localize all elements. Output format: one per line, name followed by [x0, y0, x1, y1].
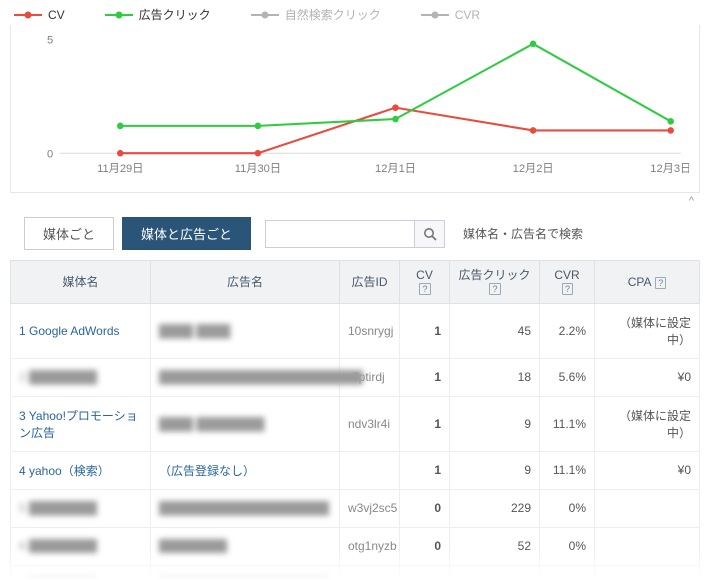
legend-adclick-icon	[105, 10, 133, 20]
cell-media[interactable]: 4 yahoo（検索）	[11, 451, 151, 489]
help-icon[interactable]: ?	[655, 277, 666, 289]
table-row: 3 Yahoo!プロモーション広告████ ████████ndv3lr4i19…	[11, 396, 700, 451]
chart-collapse-toggle[interactable]: ^	[10, 193, 700, 209]
cell-adid: d9jfefrn	[340, 565, 400, 580]
cell-adid: otg1nyzb	[340, 527, 400, 565]
search-input[interactable]	[265, 220, 415, 248]
cell-cpa: （媒体に設定中）	[595, 396, 700, 451]
cell-cvr: 0%	[540, 489, 595, 527]
cell-cpa: ¥0	[595, 451, 700, 489]
legend-adclick-label: 広告クリック	[139, 6, 211, 23]
legend-cvr-label: CVR	[455, 8, 480, 22]
tab-by-media-ad[interactable]: 媒体と広告ごと	[122, 217, 251, 250]
search-hint: 媒体名・広告名で検索	[463, 225, 583, 242]
cell-cvr: 0%	[540, 565, 595, 580]
table-row: 1 Google AdWords████ ████10snrygj1452.2%…	[11, 303, 700, 358]
cell-ad[interactable]: ████ ████	[151, 303, 340, 358]
chart-legend: CV 広告クリック 自然検索クリック CVR	[10, 0, 700, 25]
cell-cvr: 11.1%	[540, 396, 595, 451]
legend-cvr[interactable]: CVR	[421, 8, 480, 22]
table-header-row: 媒体名 広告名 広告ID CV? 広告クリック? CVR? CPA ?	[11, 261, 700, 304]
cell-cpa	[595, 489, 700, 527]
cell-cpa	[595, 565, 700, 580]
table-row: 4 yahoo（検索）（広告登録なし） 1911.1%¥0	[11, 451, 700, 489]
cell-ad[interactable]: ████████████████████	[151, 565, 340, 580]
cell-media[interactable]: 7 ████████	[11, 565, 151, 580]
table-row: 2 ████████████████████████████████r7ptir…	[11, 358, 700, 396]
cell-adid	[340, 451, 400, 489]
th-adclick[interactable]: 広告クリック?	[450, 261, 540, 304]
cell-cv: 0	[400, 527, 450, 565]
cell-adid: w3vj2sc5	[340, 489, 400, 527]
legend-adclick[interactable]: 広告クリック	[105, 6, 211, 23]
tab-by-media[interactable]: 媒体ごと	[24, 217, 114, 250]
svg-text:12月2日: 12月2日	[513, 163, 554, 175]
cell-click: 49	[450, 565, 540, 580]
help-icon[interactable]: ?	[562, 283, 573, 295]
th-cpa[interactable]: CPA ?	[595, 261, 700, 304]
filter-controls: 媒体ごと 媒体と広告ごと 媒体名・広告名で検索	[10, 209, 700, 260]
cell-ad[interactable]: ████████████████████████	[151, 358, 340, 396]
table-row: 6 ████████████████otg1nyzb0520%	[11, 527, 700, 565]
search-box	[265, 220, 445, 248]
svg-text:11月30日: 11月30日	[235, 163, 281, 175]
legend-cv[interactable]: CV	[14, 8, 65, 22]
cell-click: 229	[450, 489, 540, 527]
legend-organic[interactable]: 自然検索クリック	[251, 6, 381, 23]
svg-text:5: 5	[47, 34, 53, 46]
search-icon	[423, 227, 437, 241]
cell-cpa	[595, 527, 700, 565]
svg-text:0: 0	[47, 148, 53, 160]
help-icon[interactable]: ?	[489, 283, 500, 295]
table-row: 7 ████████████████████████████d9jfefrn04…	[11, 565, 700, 580]
cell-click: 18	[450, 358, 540, 396]
cell-ad[interactable]: ████████████████████	[151, 489, 340, 527]
cell-click: 9	[450, 396, 540, 451]
line-chart: 0 5 11月29日 11月30日 12月1日 12月2日 12月3日	[39, 31, 689, 176]
cell-cv: 1	[400, 303, 450, 358]
cell-media[interactable]: 2 ████████	[11, 358, 151, 396]
legend-organic-icon	[251, 10, 279, 20]
cell-adid: 10snrygj	[340, 303, 400, 358]
cell-cpa: （媒体に設定中）	[595, 303, 700, 358]
results-table: 媒体名 広告名 広告ID CV? 広告クリック? CVR? CPA ? 1 Go…	[10, 260, 700, 580]
help-icon[interactable]: ?	[419, 283, 430, 295]
cell-cv: 0	[400, 489, 450, 527]
legend-cv-label: CV	[48, 8, 65, 22]
th-adid[interactable]: 広告ID	[340, 261, 400, 304]
chart-area: 0 5 11月29日 11月30日 12月1日 12月2日 12月3日	[10, 25, 700, 193]
cell-cvr: 2.2%	[540, 303, 595, 358]
svg-text:12月3日: 12月3日	[650, 163, 689, 175]
cell-ad[interactable]: ████████	[151, 527, 340, 565]
cell-cv: 1	[400, 451, 450, 489]
cell-ad[interactable]: ████ ████████	[151, 396, 340, 451]
cell-media[interactable]: 3 Yahoo!プロモーション広告	[11, 396, 151, 451]
cell-cv: 1	[400, 358, 450, 396]
legend-cvr-icon	[421, 10, 449, 20]
cell-click: 52	[450, 527, 540, 565]
th-media[interactable]: 媒体名	[11, 261, 151, 304]
svg-text:11月29日: 11月29日	[97, 163, 143, 175]
cell-cvr: 11.1%	[540, 451, 595, 489]
cell-media[interactable]: 6 ████████	[11, 527, 151, 565]
th-cv[interactable]: CV?	[400, 261, 450, 304]
cell-media[interactable]: 1 Google AdWords	[11, 303, 151, 358]
cell-cvr: 0%	[540, 527, 595, 565]
cell-ad[interactable]: （広告登録なし）	[151, 451, 340, 489]
th-ad[interactable]: 広告名	[151, 261, 340, 304]
legend-organic-label: 自然検索クリック	[285, 6, 381, 23]
search-button[interactable]	[415, 220, 445, 248]
cell-cvr: 5.6%	[540, 358, 595, 396]
svg-text:12月1日: 12月1日	[375, 163, 416, 175]
th-cvr[interactable]: CVR?	[540, 261, 595, 304]
cell-adid: ndv3lr4i	[340, 396, 400, 451]
cell-click: 9	[450, 451, 540, 489]
cell-click: 45	[450, 303, 540, 358]
table-row: 5 ████████████████████████████w3vj2sc502…	[11, 489, 700, 527]
legend-cv-icon	[14, 10, 42, 20]
cell-media[interactable]: 5 ████████	[11, 489, 151, 527]
cell-cpa: ¥0	[595, 358, 700, 396]
cell-cv: 0	[400, 565, 450, 580]
cell-cv: 1	[400, 396, 450, 451]
